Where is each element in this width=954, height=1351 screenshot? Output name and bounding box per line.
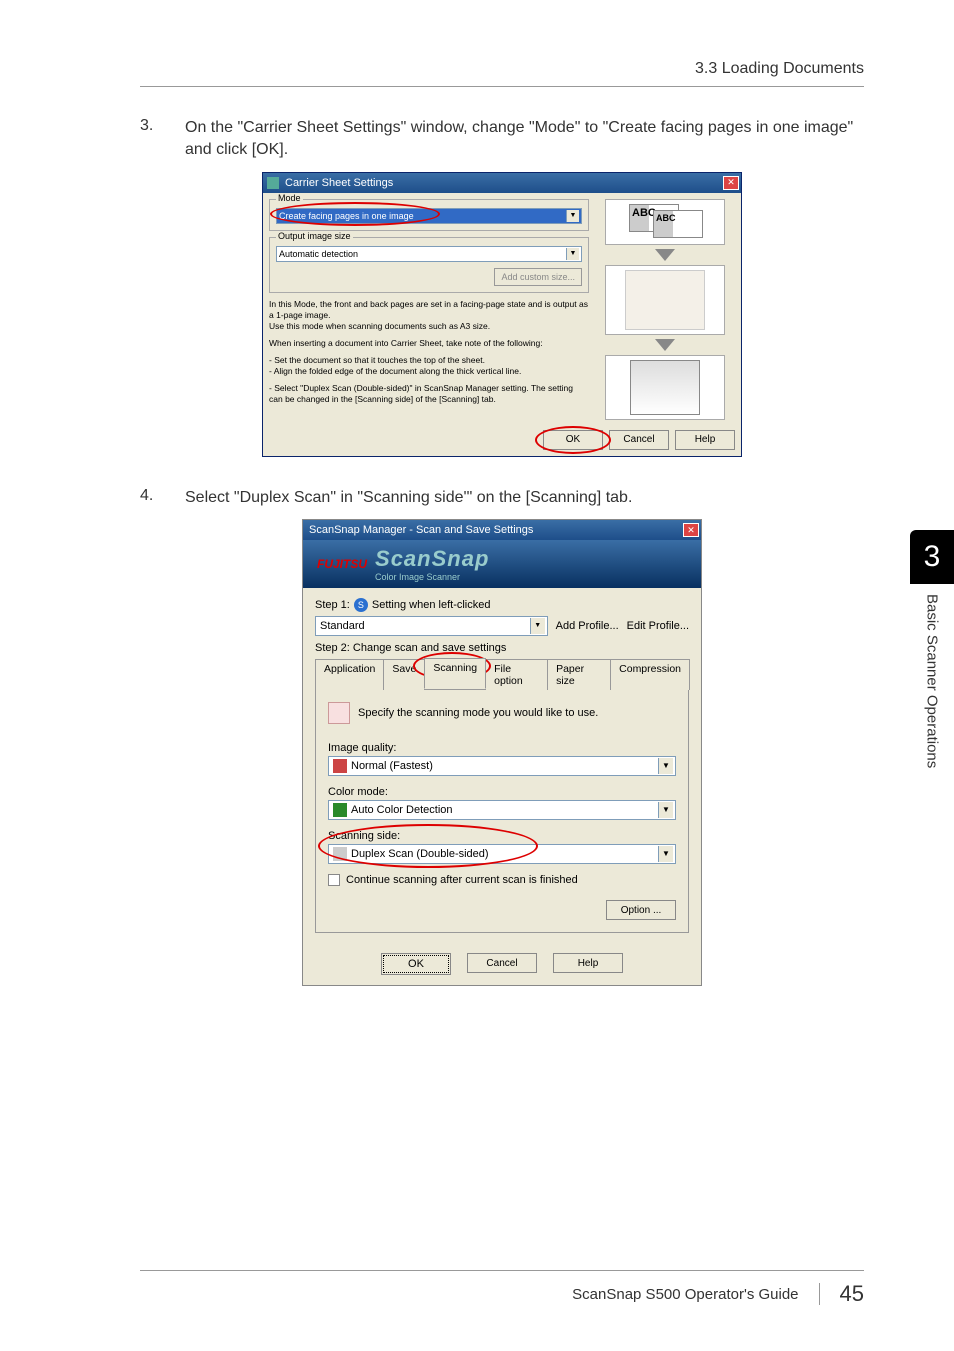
page-number: 45 [840, 1281, 864, 1307]
dialog-titlebar: Carrier Sheet Settings ✕ [263, 173, 741, 193]
chapter-side-tab: 3 Basic Scanner Operations [910, 530, 954, 850]
dialog-titlebar: ScanSnap Manager - Scan and Save Setting… [303, 520, 701, 540]
tab-file-option[interactable]: File option [485, 659, 548, 690]
continue-scanning-label: Continue scanning after current scan is … [346, 874, 578, 886]
illustration-insert [605, 265, 725, 335]
instruction-step-4: 4. Select "Duplex Scan" in "Scanning sid… [140, 487, 864, 509]
help-button[interactable]: Help [675, 430, 735, 450]
scanner-graphic [630, 360, 700, 415]
hand-insert-graphic [625, 270, 705, 330]
scansnap-s-icon: S [354, 598, 368, 612]
header-rule [140, 86, 864, 87]
dialog-title: ScanSnap Manager - Scan and Save Setting… [309, 524, 533, 536]
carrier-sheet-settings-dialog: Carrier Sheet Settings ✕ Mode Create fac… [262, 172, 742, 457]
section-header: 3.3 Loading Documents [140, 60, 864, 78]
color-mode-value: Auto Color Detection [351, 804, 453, 816]
close-icon[interactable]: ✕ [683, 523, 699, 537]
scansnap-logo-text: ScanSnap [375, 546, 489, 572]
output-size-value: Automatic detection [279, 249, 358, 259]
illustration-before: ABC ABC [605, 199, 725, 245]
ok-button[interactable]: OK [543, 430, 603, 450]
step-text: On the "Carrier Sheet Settings" window, … [185, 117, 864, 162]
color-mode-combobox[interactable]: Auto Color Detection [328, 800, 676, 820]
footer-separator [819, 1283, 820, 1305]
image-quality-value: Normal (Fastest) [351, 760, 433, 772]
scansnap-subtitle: Color Image Scanner [375, 572, 489, 582]
tabs-bar: Application Save Scanning File option Pa… [315, 658, 689, 690]
dialog-icon [267, 177, 279, 189]
step-number: 3. [140, 117, 165, 162]
dialog-title: Carrier Sheet Settings [285, 177, 393, 189]
profile-combobox[interactable]: Standard [315, 616, 548, 636]
info-text-1: In this Mode, the front and back pages a… [269, 299, 589, 332]
output-size-fieldset-label: Output image size [276, 231, 353, 241]
close-icon[interactable]: ✕ [723, 176, 739, 190]
continue-scanning-checkbox[interactable] [328, 874, 340, 886]
scanning-side-value: Duplex Scan (Double-sided) [351, 848, 489, 860]
tab-application[interactable]: Application [315, 659, 384, 690]
chapter-title: Basic Scanner Operations [924, 584, 941, 768]
scansnap-manager-dialog: ScanSnap Manager - Scan and Save Setting… [302, 519, 702, 986]
info-text-2: When inserting a document into Carrier S… [269, 338, 589, 349]
edit-profile-link[interactable]: Edit Profile... [627, 620, 689, 632]
page-footer: ScanSnap S500 Operator's Guide 45 [140, 1270, 864, 1307]
add-custom-size-button[interactable]: Add custom size... [494, 268, 582, 286]
tab-paper-size[interactable]: Paper size [547, 659, 611, 690]
step-text: Select "Duplex Scan" in "Scanning side'"… [185, 487, 864, 509]
fujitsu-logo-text: FUJITSU [317, 557, 367, 571]
arrow-down-icon [655, 249, 675, 261]
ok-button[interactable]: OK [381, 953, 451, 975]
tab-save[interactable]: Save [383, 659, 425, 690]
info-text-4: - Select "Duplex Scan (Double-sided)" in… [269, 383, 589, 405]
chapter-number: 3 [910, 530, 954, 584]
instruction-step-3: 3. On the "Carrier Sheet Settings" windo… [140, 117, 864, 162]
color-mode-icon [333, 803, 347, 817]
dialog-banner: FUJITSU ScanSnap Color Image Scanner [303, 540, 701, 588]
hint-text: Specify the scanning mode you would like… [358, 707, 598, 719]
footer-doc-title: ScanSnap S500 Operator's Guide [572, 1286, 798, 1303]
abc-page-back: ABC [653, 210, 703, 238]
color-mode-label: Color mode: [328, 786, 676, 798]
step1-label: Step 1: [315, 599, 350, 611]
step1-text: Setting when left-clicked [372, 599, 491, 611]
mode-fieldset-label: Mode [276, 193, 303, 203]
scanning-tab-panel: Specify the scanning mode you would like… [315, 690, 689, 933]
mode-value: Create facing pages in one image [279, 211, 414, 221]
option-button[interactable]: Option ... [606, 900, 676, 920]
scanning-side-combobox[interactable]: Duplex Scan (Double-sided) [328, 844, 676, 864]
illustration-scanner [605, 355, 725, 420]
profile-value: Standard [320, 620, 365, 632]
tab-compression[interactable]: Compression [610, 659, 690, 690]
help-button[interactable]: Help [553, 953, 623, 973]
step2-text: Step 2: Change scan and save settings [315, 642, 506, 654]
cancel-button[interactable]: Cancel [609, 430, 669, 450]
cancel-button[interactable]: Cancel [467, 953, 537, 973]
step-number: 4. [140, 487, 165, 509]
arrow-down-icon [655, 339, 675, 351]
quality-icon [333, 759, 347, 773]
info-text-3: - Set the document so that it touches th… [269, 355, 589, 377]
mode-combobox[interactable]: Create facing pages in one image [276, 208, 582, 224]
duplex-icon [333, 847, 347, 861]
image-quality-combobox[interactable]: Normal (Fastest) [328, 756, 676, 776]
hint-icon [328, 702, 350, 724]
footer-rule [140, 1270, 864, 1271]
output-size-combobox[interactable]: Automatic detection [276, 246, 582, 262]
image-quality-label: Image quality: [328, 742, 676, 754]
tab-scanning[interactable]: Scanning [424, 658, 486, 689]
add-profile-link[interactable]: Add Profile... [556, 620, 619, 632]
scanning-side-label: Scanning side: [328, 830, 676, 842]
